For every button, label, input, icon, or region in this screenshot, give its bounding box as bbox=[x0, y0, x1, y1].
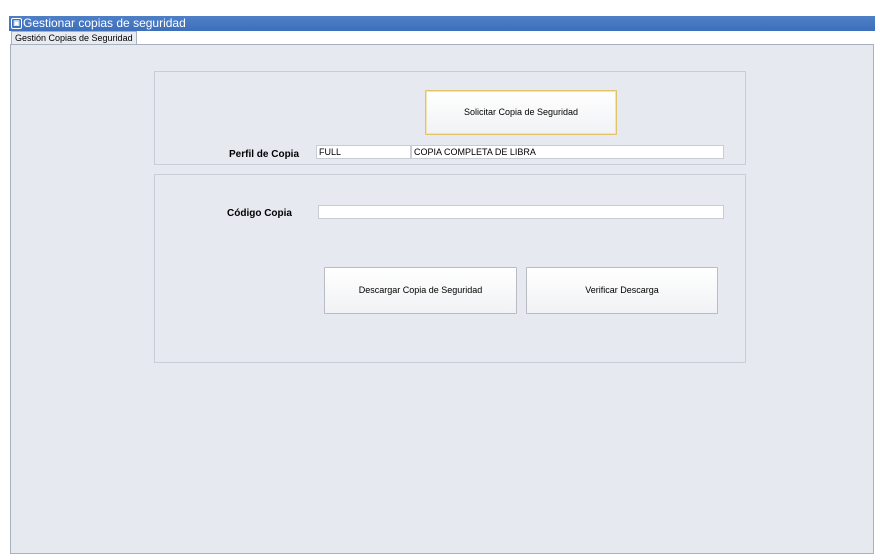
tab-content-panel: Solicitar Copia de Seguridad Perfil de C… bbox=[10, 44, 874, 554]
profile-code-field[interactable]: FULL bbox=[316, 145, 411, 159]
window-title: Gestionar copias de seguridad bbox=[23, 16, 186, 30]
code-label: Código Copia bbox=[227, 208, 292, 219]
code-input[interactable] bbox=[318, 205, 724, 219]
profile-description-field[interactable]: COPIA COMPLETA DE LIBRA bbox=[411, 145, 724, 159]
window-titlebar: ▣ Gestionar copias de seguridad bbox=[9, 16, 875, 31]
tab-gestion-copias[interactable]: Gestión Copias de Seguridad bbox=[11, 31, 137, 45]
download-backup-button[interactable]: Descargar Copia de Seguridad bbox=[324, 267, 517, 314]
profile-label: Perfil de Copia bbox=[229, 149, 300, 160]
app-window-icon[interactable]: ▣ bbox=[11, 18, 22, 29]
verify-download-button[interactable]: Verificar Descarga bbox=[526, 267, 718, 314]
request-backup-button[interactable]: Solicitar Copia de Seguridad bbox=[425, 90, 617, 135]
